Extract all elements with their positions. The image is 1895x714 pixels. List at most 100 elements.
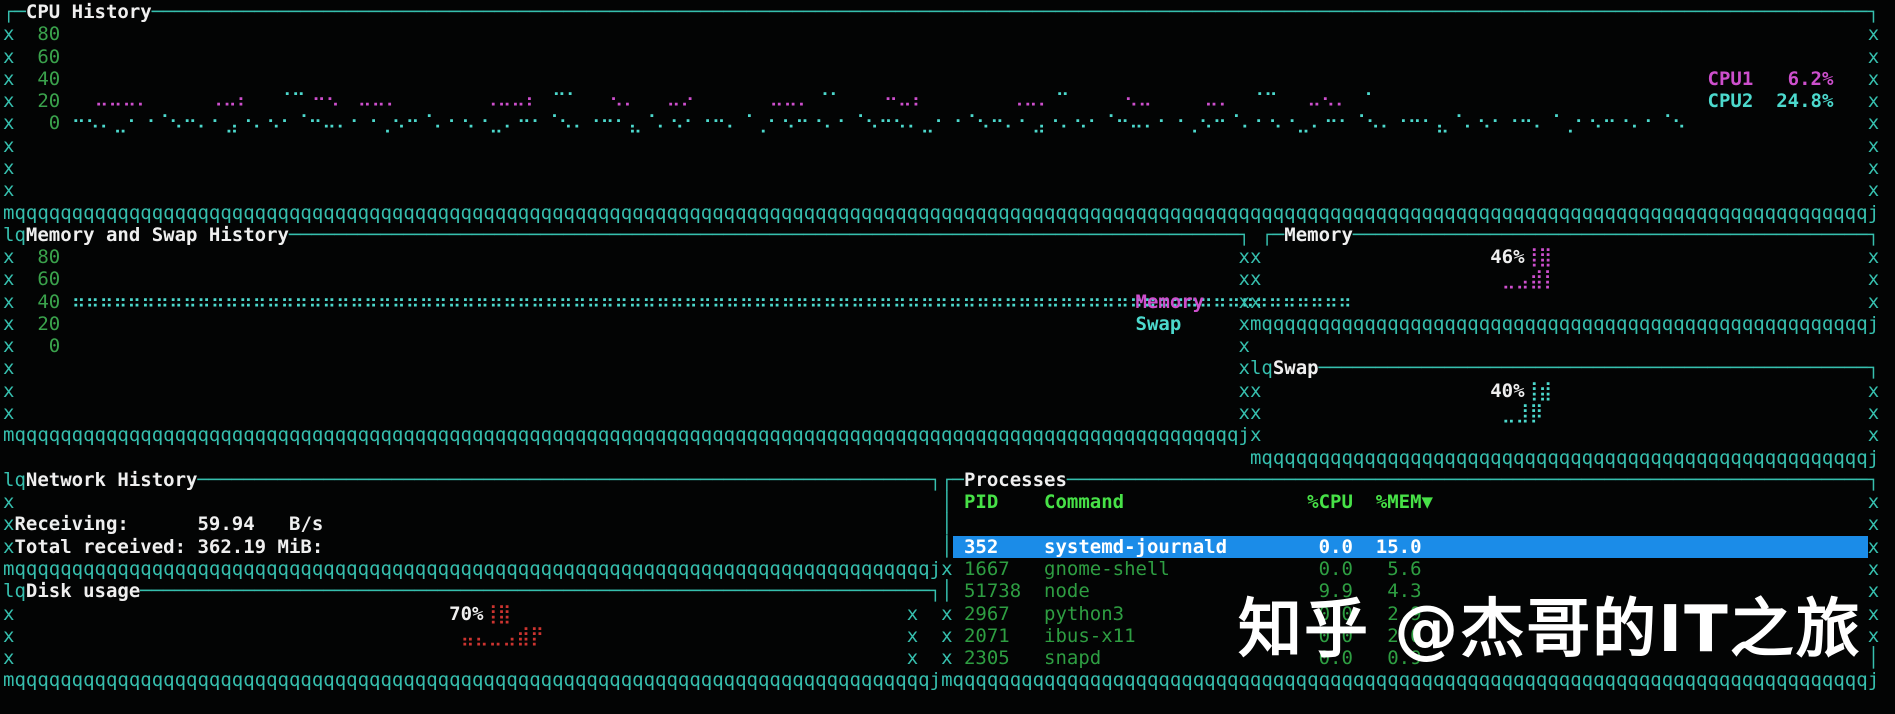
swap-gauge-spark: ⢸⣾ <box>1524 379 1553 402</box>
border-char: x <box>3 335 15 358</box>
processes-header-mem-sorted[interactable]: %MEM▼ <box>1376 491 1433 513</box>
border-char: qqqqqqqqqqqqqqqqqqqqqqqqqqqqqqqqqqqqqqqq… <box>1261 312 1868 335</box>
panel-title-network-history: Network History <box>25 468 198 491</box>
border-char: m <box>3 201 15 224</box>
border-char: x <box>1867 23 1880 46</box>
network-receiving-value: 59.94 <box>197 513 255 536</box>
panel-border: ────────────────────────────────────────… <box>197 468 930 491</box>
border-char: x <box>1867 558 1880 580</box>
process-mem[interactable]: 5.6 <box>1387 558 1421 580</box>
border-char: x <box>3 513 15 536</box>
border-char: x <box>1867 402 1880 425</box>
border-char: lq <box>3 580 26 603</box>
panel-border: ┐ <box>1867 223 1880 246</box>
mem-ytick-40: 40 <box>37 290 61 313</box>
border-char: qqqqqqqqqqqqqqqqqqqqqqqqqqqqqqqqqqqqqqqq… <box>14 558 930 580</box>
cpu2-legend-label: CPU2 <box>1707 90 1754 113</box>
cpu1-sparkline: ⠢⠤ <box>1124 90 1152 113</box>
border-char: x <box>1867 535 1880 558</box>
border-char: x <box>1249 268 1262 291</box>
border-char: x <box>941 647 953 670</box>
border-char: qqqqqqqqqqqqqqqqqqqqqqqqqqqqqqqqqqqqqqqq… <box>14 424 1239 447</box>
border-char: x <box>3 491 15 514</box>
border-char: j <box>1867 669 1880 692</box>
border-char: x <box>941 624 953 647</box>
panel-border: ┐ <box>1238 223 1250 246</box>
border-char: x <box>3 379 15 402</box>
border-char: qqqqqqqqqqqqqqqqqqqqqqqqqqqqqqqqqqqqqqqq… <box>14 201 1868 224</box>
process-row-selected[interactable]: 352 systemd-journald 0.0 15.0 <box>952 535 1868 558</box>
mem-ytick-0: 0 <box>48 335 61 358</box>
cpu-ytick-40: 40 <box>37 67 61 90</box>
cpu1-sparkline: ⠠⠤⠄ <box>1009 90 1052 113</box>
border-char: x <box>3 312 15 335</box>
border-char: x <box>3 624 15 647</box>
border-char: x <box>3 246 15 269</box>
swap-gauge-spark: ⣀⣸⡿ <box>1501 402 1544 425</box>
border-char: x <box>1867 424 1880 447</box>
border-char: m <box>1249 446 1262 469</box>
processes-header-cpu[interactable]: %CPU <box>1307 491 1353 513</box>
network-receiving-label: Receiving: <box>14 513 129 536</box>
border-char: x <box>1238 290 1250 313</box>
cpu1-sparkline: ⠤⠄ <box>1204 90 1233 113</box>
process-pid[interactable]: 2071 <box>964 625 1010 647</box>
process-pid[interactable]: 1667 <box>964 558 1010 580</box>
process-command[interactable]: ibus-x11 <box>1044 625 1136 647</box>
border-char: x <box>1867 379 1880 402</box>
process-command[interactable]: node <box>1044 580 1090 602</box>
panel-border: ────────────────────────────────────────… <box>289 223 1239 246</box>
swap-percent: 40% <box>1490 379 1525 402</box>
border-char: x <box>906 602 919 625</box>
swap-legend-label: Swap <box>1135 312 1182 335</box>
terminal-screen: 知乎 @杰哥的IT之旅 ┌─ CPU History ───────────────… <box>0 0 1895 714</box>
border-char: x <box>3 535 15 558</box>
border-char: x <box>3 45 15 68</box>
border-char: x <box>906 624 919 647</box>
border-char: x <box>3 112 15 135</box>
border-char: x <box>1867 67 1880 90</box>
process-command[interactable]: gnome-shell <box>1044 558 1170 580</box>
cpu-ytick-60: 60 <box>37 45 61 68</box>
panel-border: │ <box>1867 647 1880 670</box>
cpu1-sparkline: ⠢⠄ <box>609 90 638 113</box>
cpu1-sparkline: ⠤⠤⠤⠄ <box>94 90 151 113</box>
border-char: x <box>1867 134 1880 157</box>
border-char: x <box>1249 290 1262 313</box>
panel-border: ────────────────────────────────────────… <box>1066 468 1868 491</box>
process-pid[interactable]: 51738 <box>964 580 1021 602</box>
border-char: x <box>1867 580 1880 603</box>
border-char: x <box>1238 335 1250 358</box>
process-pid[interactable]: 2967 <box>964 603 1010 625</box>
panel-border: ────────────────────────────────────────… <box>1352 223 1868 246</box>
cpu1-sparkline: ⠤⠔ <box>666 90 695 113</box>
cpu2-legend-value: 24.8% <box>1776 90 1834 113</box>
network-receiving-unit: B/s <box>289 513 324 536</box>
cpu2-sparkline: ⠁ <box>1364 90 1379 113</box>
border-char: x <box>1867 290 1880 313</box>
process-pid[interactable]: 2305 <box>964 647 1010 669</box>
panel-border: ┐ <box>1867 357 1880 380</box>
process-command[interactable]: python3 <box>1044 603 1124 625</box>
border-char: x <box>1249 402 1262 425</box>
memory-legend-label: Memory <box>1135 290 1205 313</box>
cpu-ytick-80: 80 <box>37 23 61 46</box>
border-char: x <box>1867 246 1880 269</box>
panel-border: │ <box>941 491 953 514</box>
border-char: x <box>1867 156 1880 179</box>
network-total-unit: MiB: <box>277 535 324 558</box>
mem-ytick-60: 60 <box>37 268 61 291</box>
panel-border: ┌─ <box>941 468 964 491</box>
panel-border: ┐ <box>1867 1 1880 23</box>
cpu1-legend-label: CPU1 <box>1707 67 1754 90</box>
processes-header-pid[interactable]: PID <box>964 491 998 513</box>
border-char: x <box>1867 90 1880 113</box>
border-char: qqqqqqqqqqqqqqqqqqqqqqqqqqqqqqqqqqqqqqqq… <box>14 669 930 692</box>
panel-border: │ <box>941 535 953 558</box>
processes-header-command[interactable]: Command <box>1044 491 1124 513</box>
process-cpu[interactable]: 0.0 <box>1319 558 1353 580</box>
mem-ytick-80: 80 <box>37 246 61 269</box>
network-total-value: 362.19 <box>197 535 267 558</box>
process-command[interactable]: snapd <box>1044 647 1101 669</box>
mem-ytick-20: 20 <box>37 312 61 335</box>
